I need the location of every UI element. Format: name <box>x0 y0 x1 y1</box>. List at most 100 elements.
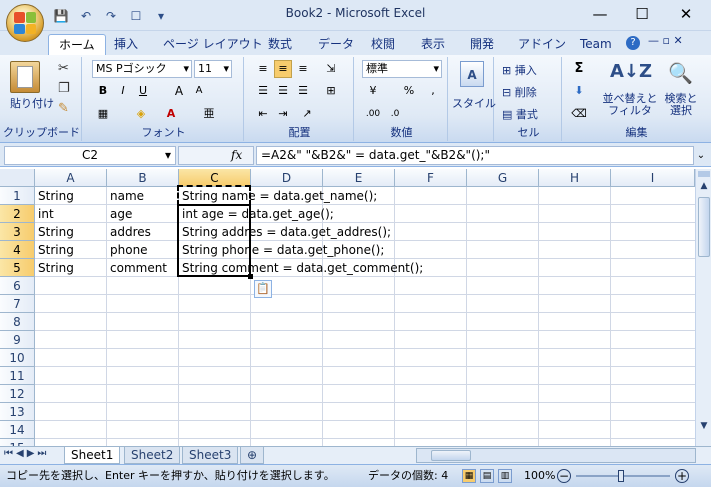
sort-filter-icon[interactable]: A↓Z <box>610 61 652 82</box>
column-header-c[interactable]: C <box>179 169 251 187</box>
close-button[interactable]: ✕ <box>666 0 706 28</box>
column-header-e[interactable]: E <box>323 169 395 187</box>
cell-b1[interactable]: name <box>108 187 144 205</box>
delete-cells-button[interactable]: ⊟ 削除 <box>502 84 537 100</box>
row-header-6[interactable]: 6 <box>0 277 35 295</box>
copy-icon[interactable]: ❐ <box>58 81 70 96</box>
new-sheet-icon[interactable]: ⊕ <box>240 447 265 464</box>
help-icon[interactable]: ? <box>626 36 640 50</box>
cell-b3[interactable]: addres <box>108 223 151 241</box>
cell-c2[interactable]: int age = data.get_age(); <box>180 205 334 223</box>
tab-insert[interactable]: 挿入 <box>104 34 148 55</box>
number-format-select[interactable]: 標準 ▾ <box>362 60 442 78</box>
tab-data[interactable]: データ <box>308 34 364 55</box>
row-header-2[interactable]: 2 <box>0 205 35 223</box>
paste-icon[interactable] <box>10 61 40 93</box>
page-layout-view-icon[interactable]: ▤ <box>480 469 494 483</box>
align-top-icon[interactable]: ≡ <box>254 60 272 78</box>
name-box[interactable]: C2 ▾ <box>4 146 176 165</box>
worksheet-grid[interactable]: A B C D E F G H I 1 2 3 4 5 6 7 8 9 10 1… <box>0 169 695 446</box>
decrease-decimal-icon[interactable]: .0 <box>386 105 404 123</box>
styles-icon[interactable]: A <box>460 61 484 87</box>
italic-button[interactable]: I <box>114 82 132 100</box>
bold-button[interactable]: B <box>94 82 112 100</box>
phonetic-icon[interactable]: 亜 <box>200 105 218 123</box>
column-header-d[interactable]: D <box>251 169 323 187</box>
row-header-4[interactable]: 4 <box>0 241 35 259</box>
cell-a4[interactable]: String <box>36 241 74 259</box>
borders-icon[interactable]: ▦ <box>94 105 112 123</box>
grow-font-button[interactable]: A <box>170 82 188 100</box>
fill-handle[interactable] <box>248 274 253 279</box>
vertical-scrollbar[interactable]: ▲ ▼ <box>695 169 711 446</box>
scroll-down-icon[interactable]: ▼ <box>697 421 711 435</box>
cell-a1[interactable]: String <box>36 187 74 205</box>
clear-icon[interactable]: ⌫ <box>570 105 588 123</box>
sheet-tab-1[interactable]: Sheet1 <box>64 447 121 464</box>
row-header-10[interactable]: 10 <box>0 349 35 367</box>
font-size-select[interactable]: 11 ▾ <box>194 60 232 78</box>
tab-view[interactable]: 表示 <box>411 34 455 55</box>
scroll-up-icon[interactable]: ▲ <box>697 181 711 195</box>
insert-function-button[interactable]: fx <box>231 148 242 162</box>
row-header-5[interactable]: 5 <box>0 259 35 277</box>
cell-a5[interactable]: String <box>36 259 74 277</box>
currency-icon[interactable]: ¥ <box>364 82 382 100</box>
cell-b4[interactable]: phone <box>108 241 148 259</box>
cell-a2[interactable]: int <box>36 205 54 223</box>
align-middle-icon[interactable]: ≡ <box>274 60 292 78</box>
align-bottom-icon[interactable]: ≡ <box>294 60 312 78</box>
format-painter-icon[interactable]: ✎ <box>58 101 69 116</box>
tab-team[interactable]: Team <box>570 34 622 55</box>
fill-color-icon[interactable]: ◈ <box>132 105 150 123</box>
cell-c1[interactable]: String name = data.get_name(); <box>180 187 377 205</box>
hscroll-thumb[interactable] <box>431 450 471 461</box>
tab-review[interactable]: 校閲 <box>361 34 405 55</box>
column-header-f[interactable]: F <box>395 169 467 187</box>
row-header-1[interactable]: 1 <box>0 187 35 205</box>
cell-c3[interactable]: String addres = data.get_addres(); <box>180 223 391 241</box>
select-all-button[interactable] <box>0 169 35 187</box>
office-button[interactable] <box>6 4 44 42</box>
shrink-font-button[interactable]: A <box>190 82 208 100</box>
percent-button[interactable]: % <box>400 82 418 100</box>
column-header-i[interactable]: I <box>611 169 695 187</box>
tab-formulas[interactable]: 数式 <box>258 34 302 55</box>
sheet-tab-2[interactable]: Sheet2 <box>124 447 181 464</box>
horizontal-scrollbar[interactable] <box>416 448 696 463</box>
insert-cells-button[interactable]: ⊞ 挿入 <box>502 62 537 78</box>
find-select-button[interactable]: 検索と 選択 <box>660 93 702 117</box>
column-header-h[interactable]: H <box>539 169 611 187</box>
tab-addins[interactable]: アドイン <box>508 34 576 55</box>
row-header-7[interactable]: 7 <box>0 295 35 313</box>
tab-page-layout[interactable]: ページ レイアウト <box>153 34 273 55</box>
paste-options-icon[interactable]: 📋 <box>254 280 272 298</box>
fill-icon[interactable]: ⬇ <box>570 82 588 100</box>
zoom-in-icon[interactable]: + <box>675 469 689 483</box>
wrap-text-icon[interactable]: ⇲ <box>322 60 340 78</box>
align-left-icon[interactable]: ☰ <box>254 82 272 100</box>
autosum-button[interactable]: Σ <box>570 60 588 78</box>
cut-icon[interactable]: ✂ <box>58 61 69 76</box>
tab-home[interactable]: ホーム <box>48 34 106 55</box>
zoom-out-icon[interactable]: − <box>557 469 571 483</box>
row-header-11[interactable]: 11 <box>0 367 35 385</box>
cell-b2[interactable]: age <box>108 205 132 223</box>
format-cells-button[interactable]: ▤ 書式 <box>502 106 538 122</box>
orientation-icon[interactable]: ↗ <box>298 105 316 123</box>
column-header-b[interactable]: B <box>107 169 179 187</box>
cell-c5[interactable]: String comment = data.get_comment(); <box>180 259 423 277</box>
row-header-12[interactable]: 12 <box>0 385 35 403</box>
tab-developer[interactable]: 開発 <box>460 34 504 55</box>
sheet-tab-3[interactable]: Sheet3 <box>182 447 239 464</box>
maximize-button[interactable]: ☐ <box>622 0 662 28</box>
normal-view-icon[interactable]: ▦ <box>462 469 476 483</box>
scroll-thumb[interactable] <box>698 197 710 257</box>
row-header-14[interactable]: 14 <box>0 421 35 439</box>
row-header-9[interactable]: 9 <box>0 331 35 349</box>
underline-button[interactable]: U <box>134 82 152 100</box>
align-right-icon[interactable]: ☰ <box>294 82 312 100</box>
increase-indent-icon[interactable]: ⇥ <box>274 105 292 123</box>
page-break-view-icon[interactable]: ▥ <box>498 469 512 483</box>
font-color-icon[interactable]: A <box>162 105 180 123</box>
